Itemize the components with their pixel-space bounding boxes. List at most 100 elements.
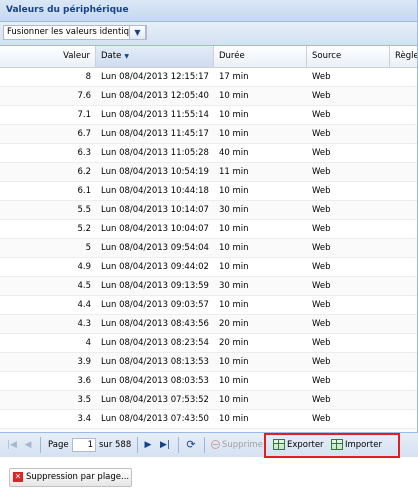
cell-regle [390,106,417,124]
merge-values-combo[interactable]: Fusionner les valeurs identiqu [3,25,147,40]
cell-regle [390,277,417,295]
cell-valeur: 3.6 [77,376,91,386]
cell-duree: 10 min [219,262,249,272]
cell-regle [390,315,417,333]
cell-source: Web [312,205,331,215]
cell-date: Lun 08/04/2013 11:55:14 [101,110,209,120]
cell-date: Lun 08/04/2013 11:05:28 [101,148,209,158]
cell-duree: 10 min [219,414,249,424]
cell-duree: 10 min [219,91,249,101]
column-header-date[interactable]: Date ▼ [96,46,214,67]
cell-regle [390,258,417,276]
next-page-icon[interactable]: ▶ [143,438,153,452]
cell-valeur: 5 [85,243,91,253]
cell-regle [390,125,417,143]
cell-source: Web [312,129,331,139]
cell-duree: 10 min [219,395,249,405]
column-header-valeur[interactable]: Valeur [0,46,96,67]
cell-date: Lun 08/04/2013 09:13:59 [101,281,209,291]
cell-duree: 10 min [219,110,249,120]
cell-valeur: 4.4 [77,300,91,310]
cell-source: Web [312,167,331,177]
cell-valeur: 4 [85,338,91,348]
table-row[interactable]: 7.6 Lun 08/04/2013 12:05:40 10 min Web [0,87,417,106]
cell-duree: 10 min [219,376,249,386]
cell-valeur: 6.1 [77,186,91,196]
grid-body: 8 Lun 08/04/2013 12:15:17 17 min Web 7.6 Lun … [0,68,417,448]
page-number-input[interactable]: 1 [72,438,96,452]
table-row[interactable]: 8 Lun 08/04/2013 12:15:17 17 min Web [0,68,417,87]
cell-valeur: 4.9 [77,262,91,272]
delete-button[interactable]: Supprimer [211,438,263,452]
cell-date: Lun 08/04/2013 09:54:04 [101,243,209,253]
grid-header: Valeur Date ▼ Durée Source Règle [0,46,417,68]
table-row[interactable]: 5 Lun 08/04/2013 09:54:04 10 min Web [0,239,417,258]
table-row[interactable]: 4.9 Lun 08/04/2013 09:44:02 10 min Web [0,258,417,277]
cell-source: Web [312,395,331,405]
cell-valeur: 8 [85,72,91,82]
cell-source: Web [312,414,331,424]
cell-valeur: 5.5 [77,205,91,215]
combo-trigger-button[interactable]: ▼ [129,25,146,40]
refresh-icon[interactable]: ⟳ [184,438,198,452]
column-header-regle[interactable]: Règle [390,46,417,67]
cell-valeur: 3.4 [77,414,91,424]
cell-regle [390,182,417,200]
table-row[interactable]: 3.5 Lun 08/04/2013 07:53:52 10 min Web [0,391,417,410]
table-row[interactable]: 6.1 Lun 08/04/2013 10:44:18 10 min Web [0,182,417,201]
table-row[interactable]: 6.2 Lun 08/04/2013 10:54:19 11 min Web [0,163,417,182]
table-row[interactable]: 6.3 Lun 08/04/2013 11:05:28 40 min Web [0,144,417,163]
prev-page-icon[interactable]: ◀ [23,438,33,452]
cell-valeur: 7.1 [77,110,91,120]
cell-source: Web [312,376,331,386]
cell-duree: 11 min [219,167,249,177]
table-row[interactable]: 7.1 Lun 08/04/2013 11:55:14 10 min Web [0,106,417,125]
column-header-source[interactable]: Source [307,46,390,67]
table-row[interactable]: 3.4 Lun 08/04/2013 07:43:50 10 min Web [0,410,417,429]
table-row[interactable]: 4.4 Lun 08/04/2013 09:03:57 10 min Web [0,296,417,315]
cell-regle [390,391,417,409]
column-header-duree[interactable]: Durée [214,46,307,67]
cell-duree: 40 min [219,148,249,158]
grid-toolbar: Fusionner les valeurs identiqu ▼ [0,22,417,46]
first-page-icon[interactable]: |◀ [6,438,18,452]
table-row[interactable]: 4 Lun 08/04/2013 08:23:54 20 min Web [0,334,417,353]
cell-source: Web [312,243,331,253]
cell-regle [390,220,417,238]
cell-source: Web [312,357,331,367]
cell-duree: 10 min [219,186,249,196]
cell-date: Lun 08/04/2013 08:13:53 [101,357,209,367]
cell-regle [390,201,417,219]
cell-source: Web [312,72,331,82]
cell-source: Web [312,224,331,234]
range-delete-button[interactable]: ✕ Suppression par plage... [9,468,132,487]
cell-date: Lun 08/04/2013 12:05:40 [101,91,209,101]
table-row[interactable]: 6.7 Lun 08/04/2013 11:45:17 10 min Web [0,125,417,144]
cell-duree: 20 min [219,319,249,329]
table-row[interactable]: 3.9 Lun 08/04/2013 08:13:53 10 min Web [0,353,417,372]
cell-source: Web [312,338,331,348]
cell-duree: 10 min [219,129,249,139]
table-row[interactable]: 5.2 Lun 08/04/2013 10:04:07 10 min Web [0,220,417,239]
cell-regle [390,144,417,162]
cell-source: Web [312,148,331,158]
cell-regle [390,334,417,352]
cell-valeur: 5.2 [77,224,91,234]
cell-duree: 17 min [219,72,249,82]
table-row[interactable]: 3.6 Lun 08/04/2013 08:03:53 10 min Web [0,372,417,391]
cell-duree: 30 min [219,205,249,215]
cell-duree: 10 min [219,243,249,253]
cell-regle [390,372,417,390]
cell-regle [390,163,417,181]
cell-date: Lun 08/04/2013 10:04:07 [101,224,209,234]
last-page-icon[interactable]: ▶| [159,438,171,452]
table-row[interactable]: 5.5 Lun 08/04/2013 10:14:07 30 min Web [0,201,417,220]
cell-date: Lun 08/04/2013 09:44:02 [101,262,209,272]
table-row[interactable]: 4.3 Lun 08/04/2013 08:43:56 20 min Web [0,315,417,334]
cell-date: Lun 08/04/2013 12:15:17 [101,72,209,82]
cell-duree: 20 min [219,338,249,348]
table-row[interactable]: 4.5 Lun 08/04/2013 09:13:59 30 min Web [0,277,417,296]
cell-date: Lun 08/04/2013 10:44:18 [101,186,209,196]
cell-valeur: 6.7 [77,129,91,139]
sort-desc-icon: ▼ [124,53,129,60]
